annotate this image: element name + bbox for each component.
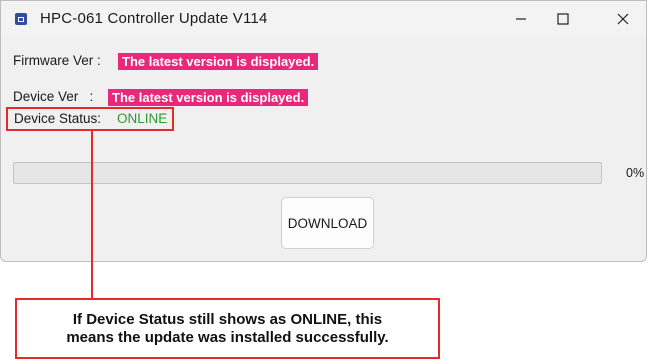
- callout-note-line-1: If Device Status still shows as ONLINE, …: [72, 310, 383, 328]
- callout-note: If Device Status still shows as ONLINE, …: [15, 298, 440, 359]
- callout-note-line-2: means the update was installed successfu…: [66, 328, 389, 346]
